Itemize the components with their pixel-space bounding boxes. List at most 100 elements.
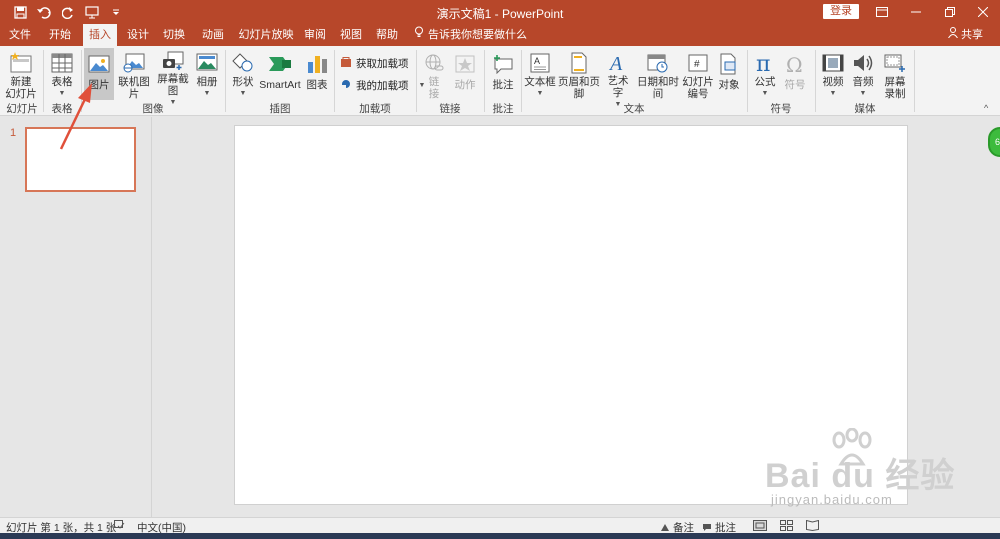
watermark-main-text: Bai du 经验	[765, 457, 956, 495]
group-divider	[815, 50, 816, 112]
group-divider	[521, 50, 522, 112]
tab-home[interactable]: 开始	[43, 24, 77, 46]
wordart-icon: A	[605, 51, 631, 73]
symbol-button[interactable]: Ω 符号	[781, 48, 809, 100]
tab-transitions[interactable]: 切换	[157, 24, 191, 46]
store-icon	[340, 56, 352, 71]
group-symbols-label: 符号	[770, 103, 792, 115]
slide-number-icon: #	[685, 51, 711, 74]
undo-icon[interactable]	[34, 3, 54, 21]
pi-icon: π	[752, 51, 778, 74]
normal-view-icon[interactable]	[753, 520, 767, 534]
tab-design[interactable]: 设计	[121, 24, 155, 46]
tab-file[interactable]: 文件	[3, 24, 37, 46]
slide-thumbnail[interactable]	[25, 127, 136, 192]
wordart-label: 艺术字	[607, 75, 629, 99]
get-addins-button[interactable]: 获取加载项	[340, 54, 409, 72]
datetime-button[interactable]: 日期和时间	[635, 48, 681, 100]
tab-view[interactable]: 视图	[334, 24, 368, 46]
object-button[interactable]: 对象	[715, 48, 743, 100]
minimize-icon[interactable]	[899, 0, 933, 24]
link-label: 链 接	[428, 76, 440, 100]
new-slide-icon	[8, 51, 34, 74]
save-icon[interactable]	[10, 3, 30, 21]
screen-record-label: 屏幕 录制	[884, 76, 906, 100]
link-button[interactable]: 链 接	[420, 48, 448, 100]
group-divider	[81, 50, 82, 112]
tab-review[interactable]: 审阅	[298, 24, 332, 46]
status-bar: 幻灯片 第 1 张，共 1 张 中文(中国) 备注 批注	[0, 517, 1000, 534]
spellcheck-icon[interactable]	[114, 520, 125, 533]
group-tables-label: 表格	[51, 103, 73, 115]
header-footer-label: 页眉和页脚	[558, 76, 600, 100]
group-slides-label: 幻灯片	[6, 103, 38, 115]
tab-animations[interactable]: 动画	[196, 24, 230, 46]
new-slide-label: 新建 幻灯片	[5, 76, 37, 100]
comment-button[interactable]: 批注	[488, 48, 518, 100]
slide-thumbnail-number: 1	[10, 127, 17, 139]
chart-button[interactable]: 图表	[304, 48, 330, 100]
login-button[interactable]: 登录	[823, 4, 859, 19]
textbox-button[interactable]: A 文本框 ▼	[524, 48, 556, 100]
group-divider	[225, 50, 226, 112]
tab-slideshow[interactable]: 幻灯片放映	[236, 24, 296, 46]
tab-help[interactable]: 帮助	[370, 24, 404, 46]
audio-button[interactable]: 音频 ▼	[849, 48, 877, 100]
share-button[interactable]: 共享	[948, 24, 983, 46]
svg-text:#: #	[694, 59, 700, 70]
video-dropdown-caret: ▼	[829, 90, 837, 97]
watermark-url: jingyan.baidu.com	[771, 492, 893, 507]
video-button[interactable]: 视频 ▼	[819, 48, 847, 100]
wordart-button[interactable]: A 艺术字 ▼	[603, 48, 633, 108]
quick-access-toolbar	[10, 3, 126, 21]
group-media-label: 媒体	[854, 103, 876, 115]
new-comment-icon	[490, 51, 516, 77]
album-button[interactable]: 相册 ▼	[194, 48, 220, 100]
ribbon-display-options-icon[interactable]	[865, 0, 899, 24]
tab-insert[interactable]: 插入	[83, 24, 117, 46]
shapes-button[interactable]: 形状 ▼	[230, 48, 256, 100]
screen-record-button[interactable]: 屏幕 录制	[880, 48, 910, 100]
comment-label: 批注	[492, 79, 514, 91]
customize-qat-icon[interactable]	[106, 3, 126, 21]
equation-button[interactable]: π 公式 ▼	[751, 48, 779, 100]
svg-text:A: A	[608, 53, 623, 73]
table-dropdown-caret: ▼	[58, 90, 66, 97]
online-picture-button[interactable]: 联机图片	[115, 48, 153, 100]
shapes-label: 形状	[232, 76, 254, 88]
close-icon[interactable]	[966, 0, 1000, 24]
header-footer-button[interactable]: 页眉和页脚	[557, 48, 601, 100]
my-addins-label: 我的加载项	[356, 79, 409, 92]
picture-button[interactable]: 图片	[84, 48, 114, 100]
group-text-label: 文本	[623, 103, 645, 115]
table-button[interactable]: 表格 ▼	[46, 48, 78, 100]
slide-sorter-icon[interactable]	[780, 520, 793, 534]
start-from-beginning-icon[interactable]	[82, 3, 102, 21]
group-divider	[484, 50, 485, 112]
slide-number-button[interactable]: # 幻灯片 编号	[682, 48, 714, 100]
action-button[interactable]: 动作	[450, 48, 480, 100]
get-addins-label: 获取加载项	[356, 57, 409, 70]
ribbon-tabs: 文件 开始 插入 设计 切换 动画 幻灯片放映 审阅 视图 帮助 告诉我你想要做…	[0, 24, 1000, 46]
svg-text:A: A	[534, 56, 540, 66]
group-divider	[334, 50, 335, 112]
action-label: 动作	[454, 79, 476, 91]
album-dropdown-caret: ▼	[203, 90, 211, 97]
group-divider	[416, 50, 417, 112]
floating-badge[interactable]: 69	[988, 127, 1000, 157]
album-label: 相册	[196, 76, 218, 88]
ribbon: 新建 幻灯片 幻灯片 表格 ▼ 表格 图片 联机图片 屏幕截图 ▼ 相册 ▼ 图…	[0, 46, 1000, 116]
restore-icon[interactable]	[933, 0, 967, 24]
new-slide-button[interactable]: 新建 幻灯片	[3, 48, 39, 100]
person-icon	[948, 24, 958, 46]
my-addins-button[interactable]: 我的加载项 ▼	[340, 76, 425, 94]
redo-icon[interactable]	[58, 3, 78, 21]
reading-view-icon[interactable]	[806, 519, 819, 534]
equation-label: 公式	[754, 76, 776, 88]
tell-me-search[interactable]: 告诉我你想要做什么	[414, 24, 527, 46]
smartart-button[interactable]: SmartArt	[259, 48, 301, 100]
collapse-ribbon-icon[interactable]: ^	[984, 103, 988, 113]
screenshot-button[interactable]: 屏幕截图 ▼	[154, 48, 192, 106]
lightbulb-icon	[414, 24, 424, 46]
speaker-icon	[850, 51, 876, 74]
